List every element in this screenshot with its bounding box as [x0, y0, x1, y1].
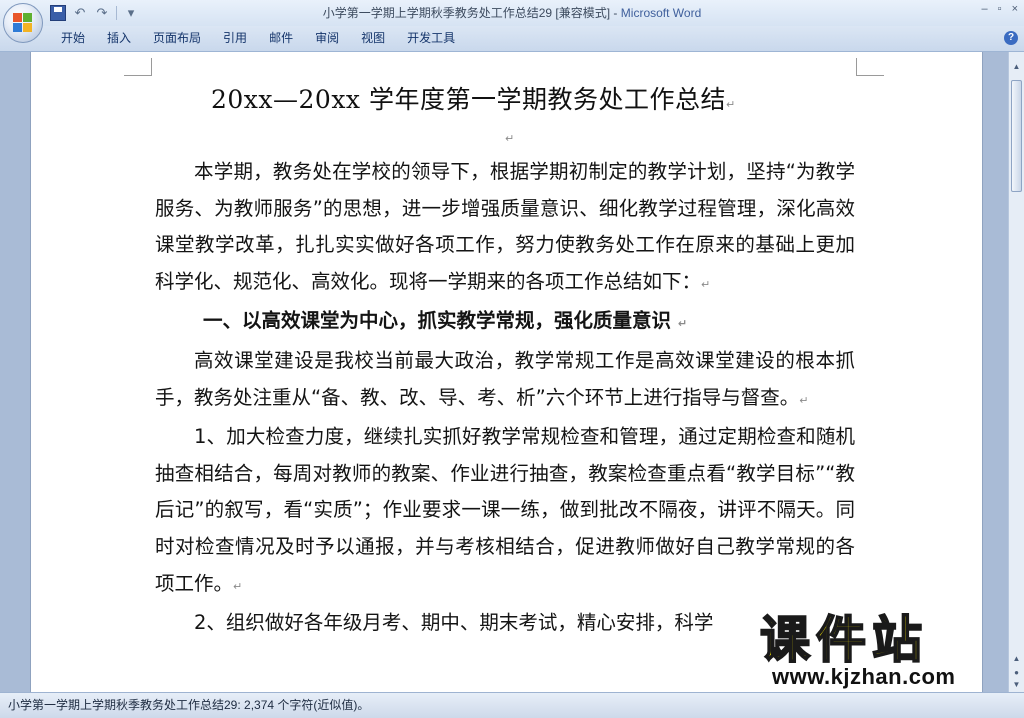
toolbar-separator: [116, 6, 117, 20]
tab-developer[interactable]: 开发工具: [396, 26, 466, 51]
paragraph-mark: ↵: [233, 579, 243, 593]
paragraph-text: 本学期，教务处在学校的领导下，根据学期初制定的教学计划，坚持“为教学服务、为教师…: [155, 160, 855, 293]
paragraph-text: 高效课堂建设是我校当前最大政治，教学常规工作是高效课堂建设的根本抓手，教务处注重…: [155, 348, 855, 409]
paragraph-mark: ↵: [505, 132, 515, 145]
tab-page-layout[interactable]: 页面布局: [142, 26, 212, 51]
status-text: 小学第一学期上学期秋季教务处工作总结29: 2,374 个字符(近似值)。: [8, 698, 370, 712]
watermark-url: www.kjzhan.com: [772, 664, 956, 689]
paragraph-mark: ↵: [799, 393, 809, 407]
ribbon: 开始 插入 页面布局 引用 邮件 审阅 视图 开发工具 ?: [0, 26, 1024, 52]
crop-mark-top-right: [856, 58, 884, 76]
minimize-button[interactable]: –: [982, 3, 988, 15]
redo-icon[interactable]: ↷: [94, 5, 110, 21]
vertical-scrollbar[interactable]: ▲ ▲ ● ▼: [1008, 52, 1024, 692]
ribbon-tabs: 开始 插入 页面布局 引用 邮件 审阅 视图 开发工具: [50, 26, 466, 51]
next-page-icon[interactable]: ▼: [1010, 678, 1023, 692]
paragraph-mark: ↵: [701, 277, 711, 291]
paragraph-text: 2、组织做好各年级月考、期中、期末考试，精心安排，科学: [194, 611, 714, 635]
paragraph-mark: ↵: [725, 98, 736, 111]
document-title: 20xx—20xx 学年度第一学期教务处工作总结↵: [211, 80, 736, 116]
tab-view[interactable]: 视图: [350, 26, 396, 51]
help-icon[interactable]: ?: [1004, 31, 1018, 45]
document-body: 本学期，教务处在学校的领导下，根据学期初制定的教学计划，坚持“为教学服务、为教师…: [155, 154, 855, 642]
status-bar: 小学第一学期上学期秋季教务处工作总结29: 2,374 个字符(近似值)。: [0, 692, 1024, 718]
watermark-logo: 课件站 www.kjzhan.com: [759, 610, 956, 690]
title-bar: 小学第一学期上学期秋季教务处工作总结29 [兼容模式] - Microsoft …: [0, 0, 1024, 26]
window-title: 小学第一学期上学期秋季教务处工作总结29 [兼容模式] - Microsoft …: [0, 0, 1024, 26]
scroll-thumb[interactable]: [1011, 80, 1022, 192]
window-controls: – ▫ ×: [982, 3, 1018, 15]
previous-page-icon[interactable]: ▲: [1010, 652, 1023, 666]
section-heading: 一、以高效课堂为中心，抓实教学常规，强化质量意识 ↵: [155, 303, 855, 343]
crop-mark-top-left: [124, 58, 152, 76]
quick-access-toolbar: ↶ ↷ ▾: [50, 4, 139, 22]
office-logo-icon: [13, 13, 33, 33]
tab-references[interactable]: 引用: [212, 26, 258, 51]
close-button[interactable]: ×: [1012, 3, 1018, 15]
heading-text: 一、以高效课堂为中心，抓实教学常规，强化质量意识: [203, 309, 672, 333]
document-title-text: 20xx—20xx 学年度第一学期教务处工作总结: [211, 85, 726, 114]
document-area: 20xx—20xx 学年度第一学期教务处工作总结↵ ↵ 本学期，教务处在学校的领…: [0, 52, 1008, 692]
paragraph-item-1: 1、加大检查力度，继续扎实抓好教学常规检查和管理，通过定期检查和随机抽查相结合，…: [155, 419, 855, 605]
watermark-text: 课件站: [759, 610, 928, 670]
paragraph-item-2: 2、组织做好各年级月考、期中、期末考试，精心安排，科学: [155, 605, 855, 642]
paragraph-mark: ↵: [677, 317, 688, 331]
tab-review[interactable]: 审阅: [304, 26, 350, 51]
customize-toolbar-icon[interactable]: ▾: [123, 5, 139, 21]
tab-mailings[interactable]: 邮件: [258, 26, 304, 51]
paragraph-intro: 本学期，教务处在学校的领导下，根据学期初制定的教学计划，坚持“为教学服务、为教师…: [155, 154, 855, 303]
paragraph-text: 1、加大检查力度，继续扎实抓好教学常规检查和管理，通过定期检查和随机抽查相结合，…: [155, 425, 855, 595]
paragraph-overview: 高效课堂建设是我校当前最大政治，教学常规工作是高效课堂建设的根本抓手，教务处注重…: [155, 343, 855, 419]
undo-icon[interactable]: ↶: [72, 5, 88, 21]
save-icon[interactable]: [50, 5, 66, 21]
restore-button[interactable]: ▫: [998, 3, 1002, 15]
document-name: 小学第一学期上学期秋季教务处工作总结29 [兼容模式] -: [322, 6, 621, 20]
app-name: Microsoft Word: [620, 6, 702, 20]
scroll-up-icon[interactable]: ▲: [1010, 60, 1023, 74]
tab-home[interactable]: 开始: [50, 26, 96, 51]
tab-insert[interactable]: 插入: [96, 26, 142, 51]
office-button[interactable]: [3, 3, 43, 43]
document-page[interactable]: 20xx—20xx 学年度第一学期教务处工作总结↵ ↵ 本学期，教务处在学校的领…: [30, 52, 983, 692]
